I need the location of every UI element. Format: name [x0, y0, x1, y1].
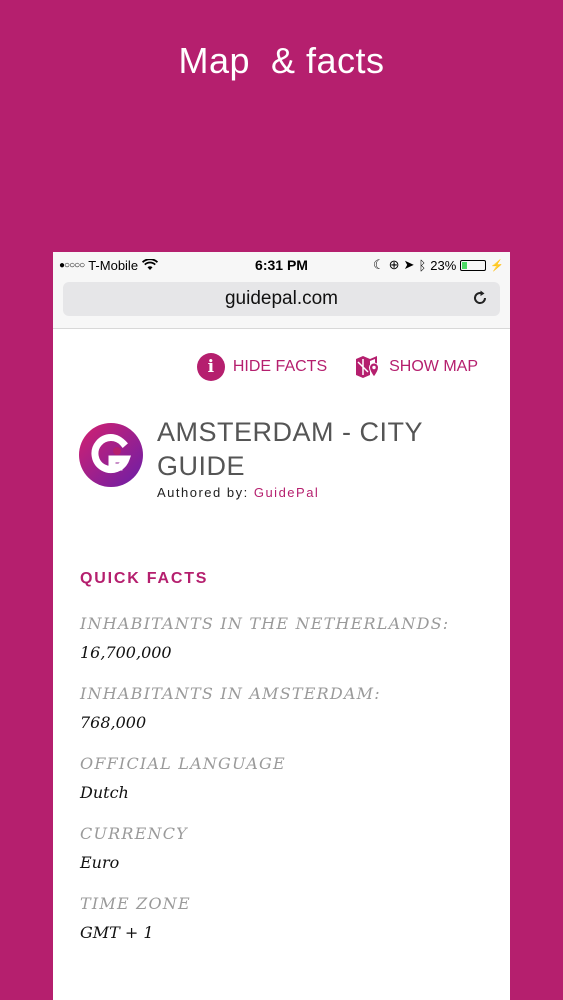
fact-item: OFFICIAL LANGUAGE Dutch	[80, 754, 510, 802]
fact-value: GMT + 1	[80, 923, 154, 942]
authored-prefix: Authored by:	[157, 485, 249, 500]
wifi-icon	[142, 259, 159, 270]
orientation-lock-icon: ⊕	[388, 257, 400, 272]
hide-facts-button[interactable]: i HIDE FACTS	[196, 353, 328, 381]
charging-icon: ⚡	[490, 259, 504, 272]
quick-facts-heading: QUICK FACTS	[80, 570, 209, 587]
battery-percent: 23%	[430, 257, 457, 273]
promo-title: Map & facts	[178, 40, 385, 81]
fact-label: INHABITANTS IN THE NETHERLANDS:	[80, 614, 450, 633]
reload-icon[interactable]	[470, 288, 490, 308]
location-icon: ➤	[403, 257, 415, 272]
author-link[interactable]: GuidePal	[254, 485, 319, 500]
fact-label: OFFICIAL LANGUAGE	[80, 754, 286, 773]
fact-actions: i HIDE FACTS SHOW MAP	[53, 329, 510, 381]
fact-item: INHABITANTS IN THE NETHERLANDS: 16,700,0…	[80, 614, 510, 662]
browser-toolbar: guidepal.com	[53, 278, 510, 329]
status-left: ●○○○○ T-Mobile	[59, 257, 159, 273]
fact-value: 16,700,000	[80, 643, 172, 662]
info-icon: i	[196, 353, 225, 381]
show-map-button[interactable]: SHOW MAP	[355, 353, 478, 381]
fact-item: TIME ZONE GMT + 1	[80, 894, 510, 942]
fact-value: Euro	[80, 853, 120, 872]
url-text: guidepal.com	[224, 288, 339, 309]
status-bar: ●○○○○ T-Mobile 6:31 PM ☾ ⊕ ➤ ᛒ 23% ⚡	[53, 252, 510, 278]
fact-value: Dutch	[80, 783, 129, 802]
fact-item: INHABITANTS IN AMSTERDAM: 768,000	[80, 684, 510, 732]
guide-title-block: AMSTERDAM - CITY GUIDE Authored by: Guid…	[157, 415, 490, 500]
fact-value: 768,000	[80, 713, 147, 732]
fact-item: CURRENCY Euro	[80, 824, 510, 872]
battery-level	[462, 261, 468, 269]
map-pin-icon	[356, 356, 380, 378]
guide-header: AMSTERDAM - CITY GUIDE Authored by: Guid…	[53, 381, 510, 500]
status-right: ☾ ⊕ ➤ ᛒ 23% ⚡	[373, 257, 504, 273]
bluetooth-icon: ᛒ	[418, 257, 427, 273]
address-bar[interactable]: guidepal.com	[63, 282, 500, 316]
fact-label: INHABITANTS IN AMSTERDAM:	[80, 684, 381, 703]
guidepal-logo-icon	[79, 423, 143, 487]
battery-icon	[460, 259, 487, 271]
show-map-label: SHOW MAP	[389, 358, 478, 375]
authored-line: Authored by: GuidePal	[157, 485, 490, 500]
facts-list: INHABITANTS IN THE NETHERLANDS: 16,700,0…	[53, 588, 510, 942]
signal-strength-icon: ●○○○○	[59, 259, 85, 271]
fact-label: CURRENCY	[80, 824, 188, 843]
fact-label: TIME ZONE	[80, 894, 191, 913]
moon-icon: ☾	[372, 257, 385, 272]
guide-title: AMSTERDAM - CITY GUIDE	[157, 417, 423, 481]
carrier-name: T-Mobile	[88, 257, 139, 273]
hide-facts-label: HIDE FACTS	[232, 358, 328, 375]
phone-screen: ●○○○○ T-Mobile 6:31 PM ☾ ⊕ ➤ ᛒ 23% ⚡ gui…	[53, 252, 510, 1000]
